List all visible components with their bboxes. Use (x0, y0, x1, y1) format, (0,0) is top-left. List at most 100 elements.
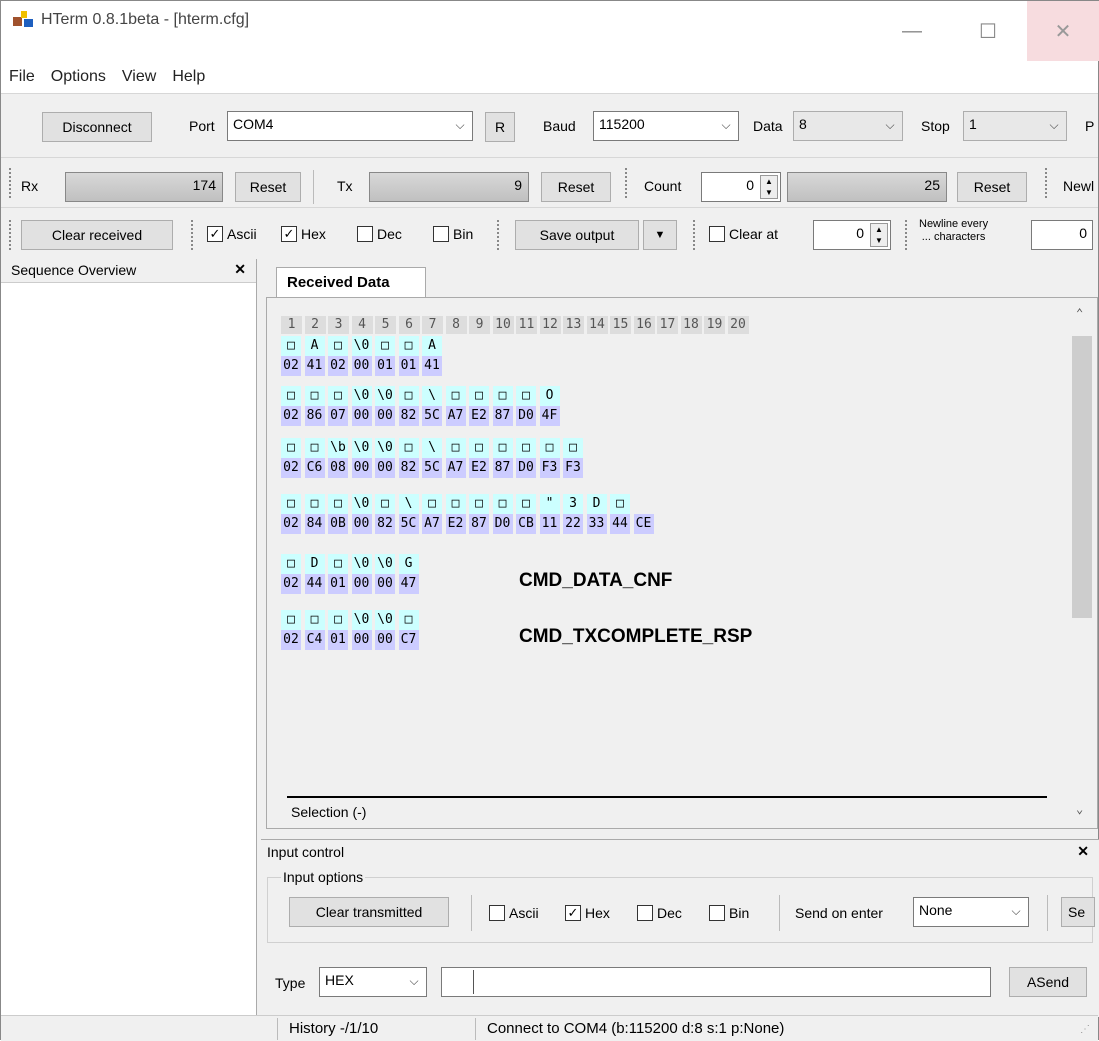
toolbar-grip[interactable] (1045, 168, 1049, 198)
checkbox-box (709, 905, 725, 921)
input-hex-checkbox[interactable]: ✓ Hex (565, 905, 610, 921)
asend-button[interactable]: ASend (1009, 967, 1087, 997)
menu-options[interactable]: Options (43, 68, 114, 86)
close-icon[interactable]: ✕ (1077, 843, 1089, 860)
separator (779, 895, 780, 931)
ascii-cell: \ (422, 438, 442, 458)
hex-cell: 02 (281, 458, 301, 478)
input-bin-label: Bin (729, 905, 750, 921)
bin-checkbox[interactable]: Bin (433, 226, 473, 242)
tx-label: Tx (337, 178, 353, 194)
type-select[interactable]: HEX ⌵ (319, 967, 427, 997)
clear-at-value: 0 (856, 225, 864, 241)
bin-label: Bin (453, 226, 474, 242)
ascii-cell: " (539, 494, 560, 514)
send-on-enter-value: None (919, 902, 953, 918)
ascii-cell: □ (304, 494, 325, 514)
scroll-thumb[interactable] (1072, 336, 1092, 618)
chevron-down-icon: ⌵ (885, 118, 895, 132)
hex-cell: C6 (304, 458, 325, 478)
count-spinner[interactable]: 0 ▲ ▼ (701, 172, 781, 202)
ascii-cell: □ (445, 494, 466, 514)
input-cursor (446, 970, 474, 994)
toolbar-grip[interactable] (693, 220, 697, 250)
ascii-checkbox[interactable]: ✓ Ascii (207, 226, 257, 242)
dec-checkbox[interactable]: Dec (357, 226, 402, 242)
minimize-button[interactable]: — (883, 1, 941, 61)
ascii-cell: □ (328, 336, 348, 356)
hex-cell: 87 (492, 458, 513, 478)
ascii-cell: □ (375, 336, 395, 356)
newline-every-input[interactable]: 0 (1031, 220, 1093, 250)
toolbar-grip[interactable] (9, 168, 13, 198)
clear-at-checkbox[interactable]: Clear at (709, 226, 778, 242)
menu-view[interactable]: View (114, 68, 164, 86)
baud-select[interactable]: 115200 ⌵ (593, 111, 739, 141)
ascii-cell: □ (492, 438, 513, 458)
port-select[interactable]: COM4 ⌵ (227, 111, 473, 141)
parity-label: P (1085, 118, 1095, 134)
title-bar: HTerm 0.8.1beta - [hterm.cfg] — ☐ ✕ (1, 1, 1099, 61)
menu-file[interactable]: File (1, 68, 43, 86)
send-button[interactable]: Se (1061, 897, 1095, 927)
send-on-enter-select[interactable]: None ⌵ (913, 897, 1029, 927)
resize-grip-icon[interactable]: ⋰ (1080, 1024, 1090, 1035)
input-bin-checkbox[interactable]: Bin (709, 905, 749, 921)
rx-reset-button[interactable]: Reset (235, 172, 301, 202)
ascii-cell: □ (328, 554, 348, 574)
toolbar-grip[interactable] (905, 220, 909, 250)
spin-arrows-icon[interactable]: ▲ ▼ (760, 175, 778, 199)
send-input-field[interactable] (441, 967, 991, 997)
type-label: Type (275, 975, 306, 991)
sequence-overview-title: Sequence Overview (11, 262, 137, 278)
input-dec-checkbox[interactable]: Dec (637, 905, 682, 921)
separator (277, 1018, 278, 1040)
newline-every-text: Newline every (919, 218, 989, 230)
count-reset-button[interactable]: Reset (957, 172, 1027, 202)
tab-received-data[interactable]: Received Data (276, 267, 426, 297)
ascii-cell: □ (281, 336, 301, 356)
chevron-down-icon: ⌵ (409, 974, 419, 988)
port-value: COM4 (233, 116, 274, 132)
hex-checkbox[interactable]: ✓ Hex (281, 226, 326, 242)
input-hex-label: Hex (585, 905, 610, 921)
toolbar-grip[interactable] (625, 168, 629, 198)
hex-cell: A7 (445, 458, 466, 478)
tx-reset-button[interactable]: Reset (541, 172, 611, 202)
spin-arrows-icon[interactable]: ▲ ▼ (870, 223, 888, 247)
hex-cell: 5C (422, 458, 442, 478)
input-ascii-checkbox[interactable]: Ascii (489, 905, 539, 921)
hex-cell: F3 (563, 458, 583, 478)
scroll-up-icon[interactable]: ⌃ (1076, 306, 1083, 320)
toolbar-grip[interactable] (9, 220, 13, 250)
save-dropdown-icon[interactable]: ▼ (643, 220, 677, 250)
ascii-label: Ascii (227, 226, 257, 242)
clear-transmitted-button[interactable]: Clear transmitted (289, 897, 449, 927)
ascii-cell: □ (281, 610, 301, 630)
hex-cell: 02 (281, 630, 301, 650)
separator (1047, 895, 1048, 931)
maximize-button[interactable]: ☐ (959, 1, 1017, 61)
ascii-cell: \b (328, 438, 348, 458)
checkbox-box (709, 226, 725, 242)
window-title: HTerm 0.8.1beta - [hterm.cfg] (41, 11, 250, 28)
clear-received-button[interactable]: Clear received (21, 220, 173, 250)
close-icon[interactable]: ✕ (234, 261, 246, 278)
clear-at-spinner[interactable]: 0 ▲ ▼ (813, 220, 891, 250)
save-output-button[interactable]: Save output (515, 220, 639, 250)
disconnect-button[interactable]: Disconnect (42, 112, 152, 142)
toolbar-grip[interactable] (191, 220, 195, 250)
toolbar-grip[interactable] (497, 220, 501, 250)
close-button[interactable]: ✕ (1027, 1, 1099, 61)
ascii-cell: \0 (351, 386, 372, 406)
checkmark-icon: ✓ (565, 905, 581, 921)
refresh-ports-button[interactable]: R (485, 112, 515, 142)
menu-help[interactable]: Help (164, 68, 213, 86)
stop-bits-select[interactable]: 1 ⌵ (963, 111, 1067, 141)
data-bits-select[interactable]: 8 ⌵ (793, 111, 903, 141)
scroll-down-icon[interactable]: ⌄ (1076, 802, 1083, 816)
count-label: Count (644, 178, 682, 194)
vertical-scrollbar[interactable]: ⌃ ⌄ (1067, 298, 1097, 828)
received-data-view[interactable]: ⌃ ⌄ Selection (-) 1 2 3 4 5 6 7 8 9 10 11 12 13 14 15 1… (266, 297, 1098, 829)
checkmark-icon: ✓ (281, 226, 297, 242)
